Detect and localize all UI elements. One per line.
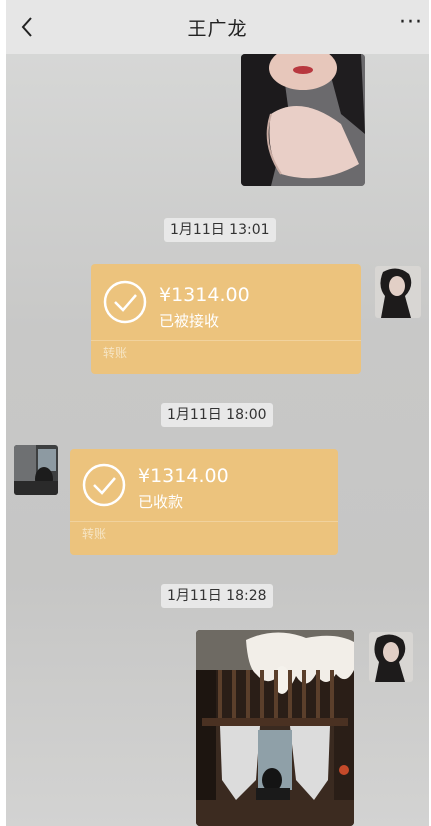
photo-thumbnail [241, 54, 365, 186]
my-avatar[interactable] [375, 266, 421, 318]
transfer-status: 已被接收 [159, 312, 220, 330]
back-arrow-icon [21, 17, 32, 37]
timestamp: 1月11日 18:28 [161, 584, 273, 608]
more-options-button[interactable]: ··· [399, 10, 423, 35]
timestamp: 1月11日 18:00 [161, 403, 273, 427]
avatar-image [14, 445, 58, 495]
contact-avatar[interactable] [14, 445, 58, 495]
transfer-bubble-sent[interactable]: ¥1314.00 已被接收 转账 [91, 264, 361, 374]
transfer-amount: ¥1314.00 [138, 465, 229, 487]
transfer-label: 转账 [82, 527, 107, 541]
photo-thumbnail [196, 630, 354, 826]
chat-screen: 王广龙 ··· 1月11日 13:01 ¥1314.00 已被接收 转账 1月1… [6, 0, 429, 826]
check-circle-icon [103, 280, 147, 324]
transfer-amount: ¥1314.00 [159, 284, 250, 306]
image-message-photo[interactable] [196, 630, 354, 826]
transfer-divider [91, 340, 361, 341]
chat-header: 王广龙 ··· [6, 0, 429, 54]
transfer-divider [70, 521, 338, 522]
chat-title: 王广龙 [187, 17, 248, 40]
check-circle-icon [82, 463, 126, 507]
transfer-label: 转账 [103, 346, 128, 360]
transfer-status: 已收款 [138, 493, 184, 511]
timestamp: 1月11日 13:01 [164, 218, 276, 242]
avatar-image [375, 266, 421, 318]
transfer-bubble-received[interactable]: ¥1314.00 已收款 转账 [70, 449, 338, 555]
avatar-image [369, 632, 413, 682]
back-button[interactable] [16, 14, 42, 40]
image-message-photo[interactable] [241, 54, 365, 186]
my-avatar[interactable] [369, 632, 413, 682]
